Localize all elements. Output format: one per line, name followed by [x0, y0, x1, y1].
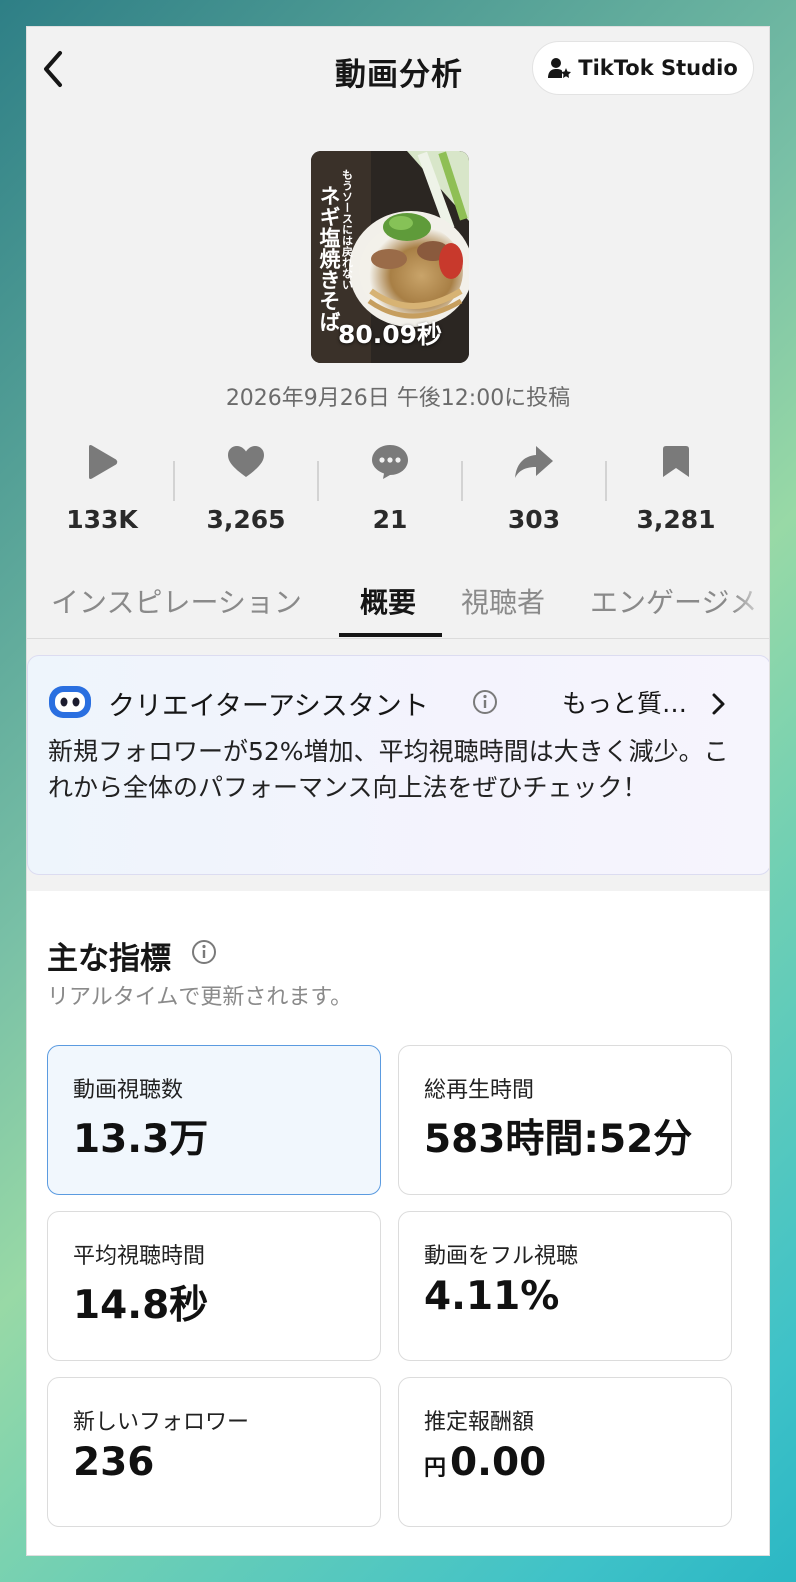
- video-analytics-screen: 動画分析 TikTok Studio もうソースには戻れない ネギ塩焼きそば 8…: [26, 26, 770, 1556]
- metric-card-total-watch-time[interactable]: 総再生時間 583時間:52分: [398, 1045, 732, 1195]
- video-duration: 80.09秒: [337, 320, 443, 349]
- creator-assistant-card[interactable]: クリエイターアシスタント もっと質… 新規フォロワーが52%増加、平均視聴時間は…: [27, 655, 769, 875]
- stat-value: 3,265: [206, 505, 286, 534]
- tiktok-studio-button[interactable]: TikTok Studio: [532, 41, 754, 95]
- stat-value: 3,281: [636, 505, 716, 534]
- stat-comments: 21: [335, 437, 445, 534]
- metric-value: 4.11%: [424, 1274, 560, 1319]
- comment-icon: [372, 445, 408, 479]
- metric-label: 総再生時間: [424, 1078, 535, 1103]
- key-metrics-panel: 主な指標 リアルタイムで更新されます。 動画視聴数 13.3万 総再生時間 58…: [27, 891, 769, 1555]
- posted-date: 2026年9月26日 午後12:00に投稿: [225, 386, 571, 411]
- chevron-right-icon[interactable]: [710, 692, 726, 716]
- assistant-robot-icon: [49, 686, 91, 718]
- studio-button-label: TikTok Studio: [578, 56, 738, 80]
- header: 動画分析 TikTok Studio: [27, 27, 769, 113]
- assistant-message: 新規フォロワーが52%増加、平均視聴時間は大きく減少。これから全体のパフォーマン…: [48, 737, 729, 802]
- stat-views: 133K: [47, 437, 157, 534]
- assistant-title: クリエイターアシスタント: [108, 691, 429, 722]
- metric-value: 13.3万: [73, 1117, 209, 1162]
- metric-value-wrap: 円 0.00: [424, 1440, 546, 1485]
- thumbnail-caption-main: ネギ塩焼きそば: [317, 185, 341, 332]
- metric-label: 動画をフル視聴: [424, 1244, 579, 1269]
- metric-value: 14.8秒: [73, 1283, 209, 1328]
- metric-value: 583時間:52分: [424, 1117, 693, 1162]
- studio-person-icon: [548, 58, 572, 78]
- video-thumbnail[interactable]: もうソースには戻れない ネギ塩焼きそば 80.09秒: [311, 151, 469, 363]
- metric-card-video-views[interactable]: 動画視聴数 13.3万: [47, 1045, 381, 1195]
- tabs-fade: [731, 575, 769, 635]
- metric-label: 推定報酬額: [424, 1410, 535, 1435]
- stat-divider: [461, 461, 463, 501]
- metrics-subtitle: リアルタイムで更新されます。: [47, 985, 353, 1010]
- metric-card-estimated-rewards[interactable]: 推定報酬額 円 0.00: [398, 1377, 732, 1527]
- metric-card-new-followers[interactable]: 新しいフォロワー 236: [47, 1377, 381, 1527]
- stat-value: 133K: [66, 505, 138, 534]
- info-icon[interactable]: [472, 689, 498, 715]
- stat-shares: 303: [479, 437, 589, 534]
- currency-symbol: 円: [424, 1456, 447, 1481]
- share-icon: [515, 446, 553, 478]
- info-icon[interactable]: [191, 939, 217, 965]
- tab-bar: インスピレーション 概要 視聴者 エンゲージメ: [27, 575, 769, 639]
- stat-divider: [173, 461, 175, 501]
- stat-divider: [317, 461, 319, 501]
- heart-icon: [228, 446, 264, 477]
- stat-value: 21: [372, 505, 408, 534]
- play-icon: [89, 445, 118, 479]
- metric-label: 新しいフォロワー: [73, 1410, 250, 1435]
- metric-card-avg-watch-time[interactable]: 平均視聴時間 14.8秒: [47, 1211, 381, 1361]
- stat-value: 303: [507, 505, 561, 534]
- metric-label: 平均視聴時間: [73, 1244, 206, 1269]
- metric-value: 0.00: [450, 1440, 547, 1485]
- bookmark-icon: [663, 446, 689, 477]
- tab-overview[interactable]: 概要: [360, 581, 416, 621]
- tab-active-indicator: [339, 633, 442, 637]
- stats-row: 133K 3,265 21 303 3,281: [27, 437, 769, 547]
- assistant-more-link[interactable]: もっと質…: [562, 684, 687, 720]
- metric-value: 236: [73, 1440, 155, 1485]
- tab-inspiration[interactable]: インスピレーション: [51, 581, 302, 621]
- metrics-title: 主な指標: [47, 941, 171, 977]
- metric-card-full-watch[interactable]: 動画をフル視聴 4.11%: [398, 1211, 732, 1361]
- stat-likes: 3,265: [191, 437, 301, 534]
- thumbnail-caption-top: もうソースには戻れない: [341, 169, 355, 290]
- tab-audience[interactable]: 視聴者: [461, 581, 545, 621]
- stat-saves: 3,281: [621, 437, 731, 534]
- metric-label: 動画視聴数: [73, 1078, 184, 1103]
- stat-divider: [605, 461, 607, 501]
